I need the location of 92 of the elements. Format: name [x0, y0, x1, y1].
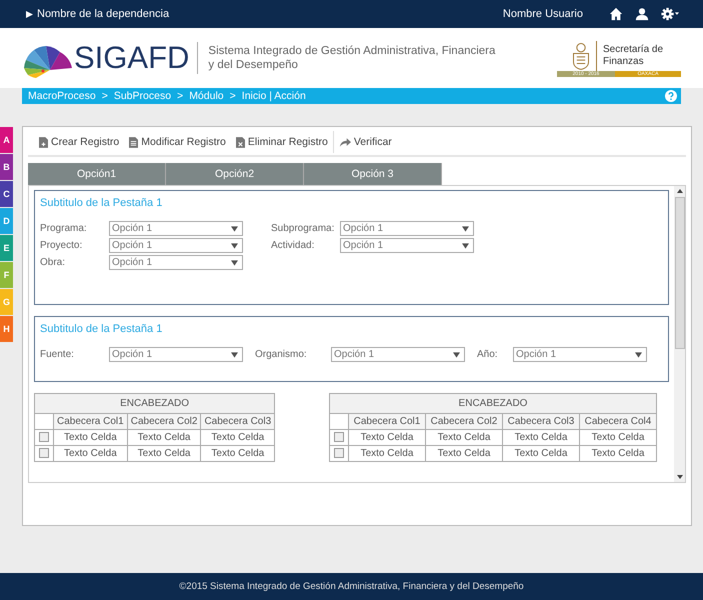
arrow-icon	[338, 136, 351, 148]
table-cell: Texto Celda	[54, 430, 128, 446]
user-name[interactable]: Nombre Usuario	[502, 8, 583, 20]
column-header: Cabecera Col3	[200, 414, 275, 430]
field-label: Actividad:	[271, 240, 314, 251]
document-plus-icon	[39, 136, 48, 148]
toolbar-button[interactable]: Eliminar Registro	[230, 131, 333, 153]
dropdown[interactable]: Opción 1	[109, 255, 243, 270]
scroll-thumb[interactable]	[674, 197, 684, 349]
caret-icon	[231, 226, 238, 232]
toolbar-button[interactable]: Crear Registro	[34, 131, 124, 153]
column-header: Cabecera Col1	[54, 414, 128, 430]
dropdown[interactable]: Opción 1	[340, 238, 474, 253]
dropdown[interactable]: Opción 1	[109, 221, 243, 236]
table-heading: ENCABEZADO	[34, 394, 275, 414]
column-header: Cabecera Col1	[348, 414, 426, 430]
table-cell: Texto Celda	[348, 430, 426, 446]
side-tab[interactable]: C	[0, 181, 13, 207]
table-cell: Texto Celda	[502, 446, 580, 462]
caret-icon	[462, 226, 469, 232]
table-cell: Texto Celda	[200, 446, 275, 462]
dropdown[interactable]: Opción 1	[340, 221, 474, 236]
copyright-text: ©2015 Sistema Integrado de Gestión Administrativa, Financiera y del Desempeño	[179, 581, 524, 592]
system-name: Sistema Integrado de Gestión Administrativa, Financiera y del Desempeño	[208, 44, 496, 72]
document-icon	[129, 136, 138, 148]
table-cell: Texto Celda	[54, 446, 128, 462]
row-checkbox[interactable]	[334, 448, 344, 458]
field-label: Organismo:	[255, 349, 307, 360]
dropdown[interactable]: Opción 1	[109, 347, 243, 362]
table-cell: Texto Celda	[200, 430, 275, 446]
side-tab[interactable]: D	[0, 208, 13, 234]
tab[interactable]: Opción 3	[304, 163, 442, 185]
side-tab[interactable]: A	[0, 127, 13, 153]
scroll-up-icon[interactable]	[676, 189, 682, 193]
table-heading: ENCABEZADO	[330, 394, 656, 414]
side-tab[interactable]: B	[0, 154, 13, 180]
scroll-down-icon[interactable]	[676, 475, 682, 479]
toolbar-button[interactable]: Verificar	[332, 131, 397, 153]
field-label: Año:	[477, 349, 498, 360]
row-checkbox[interactable]	[334, 432, 344, 442]
row-checkbox[interactable]	[39, 432, 49, 442]
field-label: Fuente:	[40, 349, 74, 360]
table-cell: Texto Celda	[127, 430, 201, 446]
side-tab[interactable]: E	[0, 235, 13, 261]
play-icon	[26, 10, 33, 18]
dropdown[interactable]: Opción 1	[513, 347, 647, 362]
table-cell: Texto Celda	[127, 446, 201, 462]
column-header: Cabecera Col2	[127, 414, 201, 430]
breadcrumb-item[interactable]: Inicio | Acción	[242, 90, 306, 102]
dropdown[interactable]: Opción 1	[331, 347, 465, 362]
breadcrumb-item[interactable]: Módulo	[189, 90, 224, 102]
dependency-name[interactable]: Nombre de la dependencia	[26, 8, 170, 20]
table-cell: Texto Celda	[348, 446, 426, 462]
breadcrumb-item: >	[102, 90, 108, 102]
user-icon[interactable]	[635, 7, 649, 21]
table-cell: Texto Celda	[580, 446, 656, 462]
caret-icon	[453, 352, 460, 358]
breadcrumb-item: >	[177, 90, 184, 102]
field-label: Obra:	[40, 257, 66, 268]
tab[interactable]: Opción2	[166, 163, 304, 185]
column-header: Cabecera Col4	[580, 414, 656, 430]
document-x-icon	[236, 136, 245, 148]
column-header: Cabecera Col2	[426, 414, 502, 430]
dropdown[interactable]: Opción 1	[109, 238, 243, 253]
field-label: Proyecto:	[40, 240, 82, 251]
side-tab[interactable]: H	[0, 316, 13, 342]
row-checkbox[interactable]	[39, 448, 49, 458]
column-header: Cabecera Col3	[502, 414, 580, 430]
breadcrumb-item: >	[230, 90, 236, 102]
section-title: Subtitulo de la Pestaña 1	[40, 323, 164, 335]
tab[interactable]: Opción1	[28, 163, 166, 185]
section-title: Subtitulo de la Pestaña 1	[40, 197, 164, 209]
table-cell: Texto Celda	[426, 430, 502, 446]
table-cell: Texto Celda	[580, 430, 656, 446]
field-label: Subprograma:	[271, 223, 334, 234]
help-icon[interactable]	[665, 90, 677, 102]
logo-text: SIGAFD	[74, 42, 198, 74]
table-cell: Texto Celda	[426, 446, 502, 462]
breadcrumb-item[interactable]: MacroProceso	[28, 90, 96, 102]
caret-icon	[462, 242, 469, 248]
home-icon[interactable]	[609, 7, 623, 21]
scrollbar[interactable]	[674, 186, 685, 482]
settings-icon[interactable]	[661, 7, 679, 21]
toolbar-button[interactable]: Modificar Registro	[124, 131, 231, 153]
caret-icon	[231, 352, 238, 358]
caret-icon	[231, 260, 238, 266]
table-cell: Texto Celda	[502, 430, 580, 446]
secretaria-name: Secretaría de Finanzas	[603, 44, 664, 68]
caret-icon	[635, 352, 642, 358]
field-label: Programa:	[40, 223, 87, 234]
caret-icon	[231, 242, 238, 248]
breadcrumb-item[interactable]: SubProceso	[114, 90, 172, 102]
